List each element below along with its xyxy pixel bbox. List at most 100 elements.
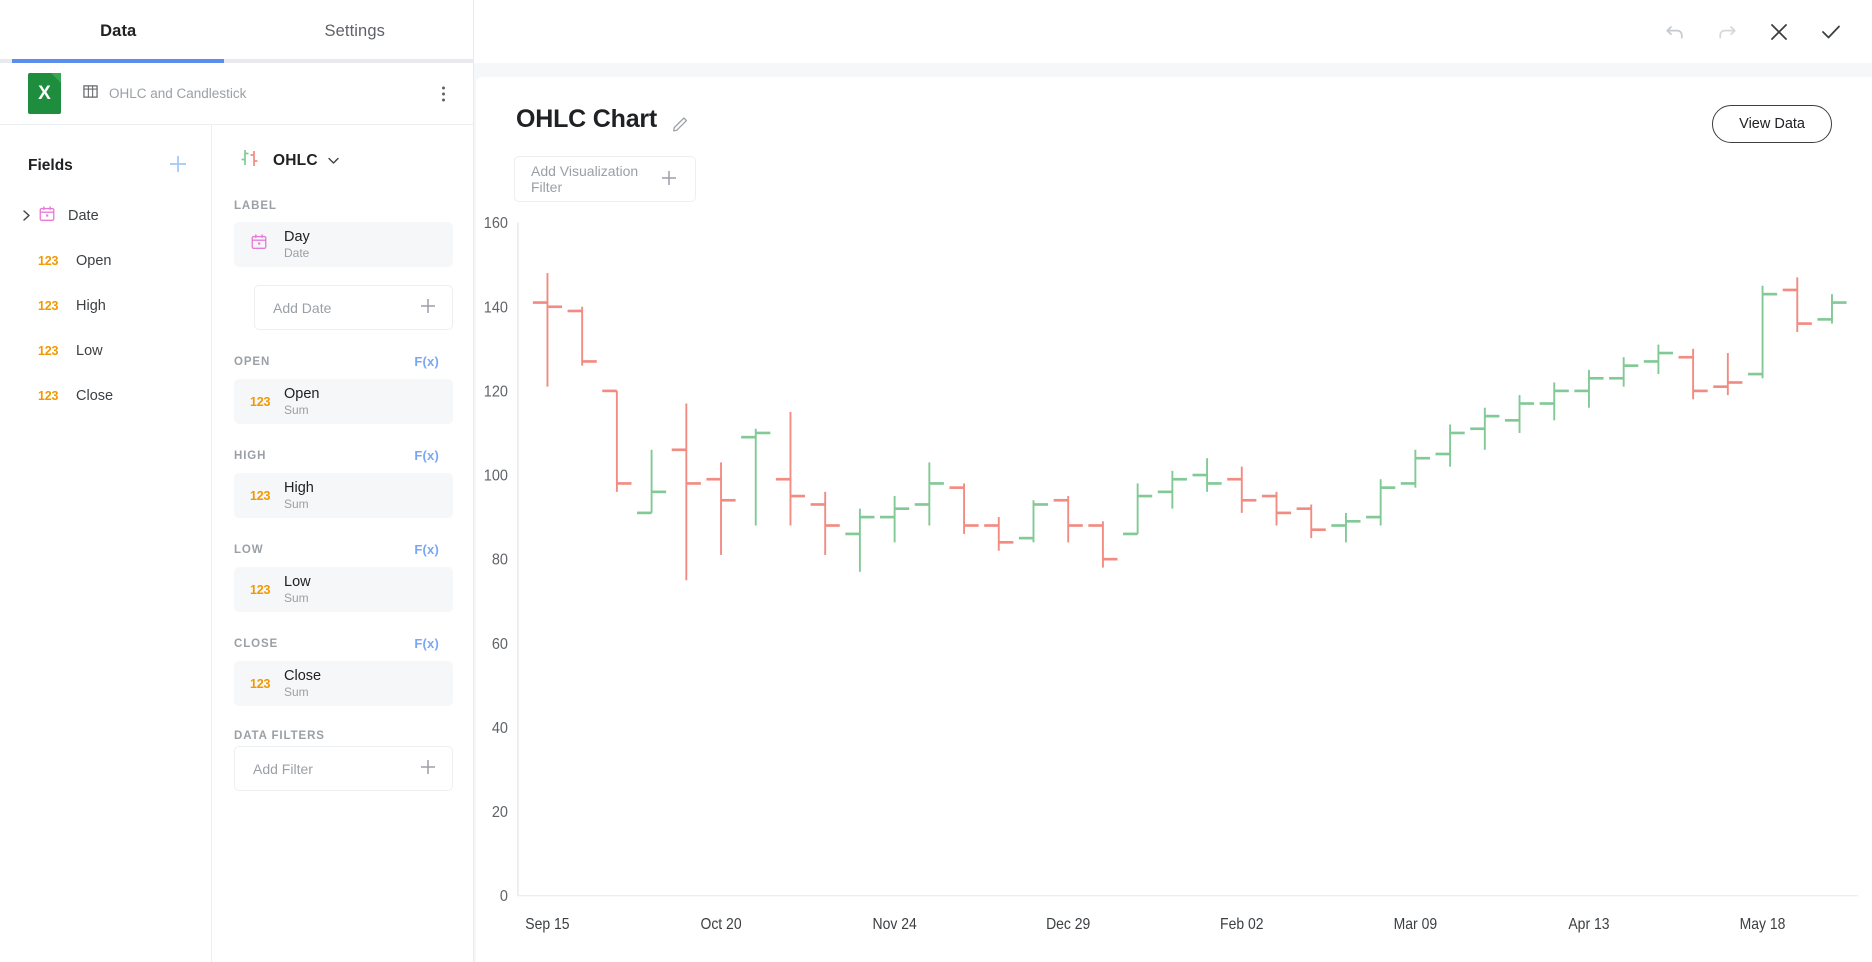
chevron-right-icon[interactable]: [22, 209, 38, 222]
svg-text:100: 100: [484, 467, 508, 485]
shelf-title: LABEL: [234, 200, 277, 212]
svg-text:Feb 02: Feb 02: [1220, 916, 1263, 933]
pencil-icon[interactable]: [671, 113, 691, 138]
plus-icon[interactable]: [659, 168, 679, 191]
ohlc-bar[interactable]: [845, 508, 875, 572]
page-title: OHLC Chart: [516, 105, 658, 133]
ohlc-bar[interactable]: [775, 411, 806, 526]
ohlc-bar[interactable]: [949, 483, 979, 534]
ohlc-bar[interactable]: [1123, 483, 1153, 536]
shelf-pill-day[interactable]: Day Date: [234, 222, 453, 267]
ohlc-bar[interactable]: [1296, 504, 1326, 539]
ohlc-bar[interactable]: [602, 389, 632, 492]
close-icon[interactable]: [1766, 19, 1792, 45]
number-type-badge: 123: [38, 343, 59, 358]
calendar-icon: [38, 205, 60, 227]
ohlc-bar[interactable]: [1157, 470, 1187, 509]
field-label: Low: [76, 342, 103, 359]
ohlc-bar[interactable]: [1713, 353, 1743, 396]
field-item-open[interactable]: 123 Open: [0, 238, 211, 283]
ohlc-bar[interactable]: [880, 496, 910, 543]
fx-button-open[interactable]: F(x): [414, 354, 439, 369]
field-item-date[interactable]: Date: [0, 193, 211, 238]
field-label: High: [76, 297, 106, 314]
shelf-label-low: LOW F(x): [234, 542, 453, 557]
ohlc-bar[interactable]: [1227, 466, 1257, 513]
ohlc-bar[interactable]: [1261, 491, 1292, 526]
ohlc-bar[interactable]: [1817, 294, 1847, 324]
datasource-label: OHLC and Candlestick: [109, 86, 247, 101]
ohlc-bar[interactable]: [1366, 479, 1396, 526]
plus-icon[interactable]: [418, 757, 438, 780]
shelf-title: DATA FILTERS: [234, 730, 325, 742]
ohlc-chart-svg[interactable]: 0 20 40 60 80 100 120 140 160 Sep 15 Oct 20 Nov 24 D…: [476, 216, 1872, 962]
ohlc-bar[interactable]: [914, 462, 944, 526]
ohlc-plot[interactable]: 0 20 40 60 80 100 120 140 160 Sep 15 Oct 20 Nov 24 D…: [476, 216, 1872, 962]
shelf-pill-low[interactable]: 123 Low Sum: [234, 567, 453, 612]
ohlc-bar[interactable]: [1053, 496, 1083, 543]
ohlc-bar[interactable]: [1088, 521, 1118, 568]
datasource-row[interactable]: X OHLC and Candlestick: [0, 63, 473, 125]
pill-title: High: [284, 479, 314, 496]
ohlc-bar[interactable]: [1192, 458, 1222, 492]
add-filter-dropzone[interactable]: Add Filter: [234, 746, 453, 791]
spreadsheet-icon: X: [28, 73, 61, 114]
ohlc-bar[interactable]: [1609, 357, 1639, 387]
fx-button-close[interactable]: F(x): [414, 636, 439, 651]
ohlc-bar[interactable]: [706, 462, 736, 555]
shelf-pill-open[interactable]: 123 Open Sum: [234, 379, 453, 424]
ohlc-bar[interactable]: [1574, 369, 1604, 408]
ohlc-bar[interactable]: [1470, 407, 1500, 450]
table-icon: [83, 84, 98, 104]
ohlc-bar[interactable]: [1747, 285, 1778, 379]
check-icon[interactable]: [1818, 19, 1844, 45]
shelf-pill-close[interactable]: 123 Close Sum: [234, 661, 453, 706]
fx-button-high[interactable]: F(x): [414, 448, 439, 463]
ohlc-bar[interactable]: [532, 273, 563, 387]
canvas-wrapper: OHLC Chart View Data Add Visualization F…: [474, 63, 1872, 962]
ohlc-bar[interactable]: [1504, 395, 1535, 433]
number-type-badge: 123: [250, 488, 271, 503]
field-item-low[interactable]: 123 Low: [0, 328, 211, 373]
ohlc-bar[interactable]: [637, 449, 667, 515]
undo-icon[interactable]: [1662, 19, 1688, 45]
shelf-pill-high[interactable]: 123 High Sum: [234, 473, 453, 518]
ohlc-bar[interactable]: [1643, 344, 1673, 375]
plus-icon[interactable]: [418, 296, 438, 319]
number-type-badge: 123: [38, 253, 59, 268]
ohlc-bar[interactable]: [1018, 500, 1049, 543]
datasource-menu-icon[interactable]: [438, 82, 449, 105]
add-filter-placeholder: Add Filter: [253, 760, 313, 777]
ohlc-bar[interactable]: [671, 403, 701, 581]
fields-column: Fields Date 123 Open 123 High 123 Low 12…: [0, 125, 212, 962]
add-visualization-filter[interactable]: Add Visualization Filter: [514, 156, 696, 202]
ohlc-bar[interactable]: [1435, 424, 1465, 467]
view-data-button[interactable]: View Data: [1712, 105, 1832, 143]
fields-header: Fields: [0, 147, 211, 185]
field-item-high[interactable]: 123 High: [0, 283, 211, 328]
tab-data[interactable]: Data: [0, 0, 237, 63]
fx-button-low[interactable]: F(x): [414, 542, 439, 557]
svg-text:60: 60: [492, 635, 508, 653]
pill-subtitle: Date: [284, 245, 310, 260]
tab-settings[interactable]: Settings: [237, 0, 474, 63]
visualization-type-selector[interactable]: OHLC: [234, 147, 453, 174]
ohlc-bar[interactable]: [741, 428, 771, 526]
add-field-button[interactable]: [167, 153, 189, 180]
field-item-close[interactable]: 123 Close: [0, 373, 211, 418]
redo-icon[interactable]: [1714, 19, 1740, 45]
shelf-title: LOW: [234, 543, 264, 556]
ohlc-bar[interactable]: [1331, 512, 1361, 543]
ohlc-bar[interactable]: [1782, 277, 1812, 333]
ohlc-bar[interactable]: [984, 517, 1014, 551]
add-date-dropzone[interactable]: Add Date: [254, 285, 453, 330]
number-type-badge: 123: [250, 582, 271, 597]
ohlc-bar[interactable]: [567, 306, 597, 366]
svg-text:20: 20: [492, 803, 508, 821]
ohlc-bar[interactable]: [1539, 382, 1569, 421]
ohlc-bar[interactable]: [1400, 449, 1430, 488]
ohlc-bar[interactable]: [810, 491, 840, 555]
chevron-down-icon[interactable]: [327, 156, 340, 165]
ohlc-bar[interactable]: [1678, 348, 1708, 400]
shelf-label-data-filters: DATA FILTERS: [234, 730, 453, 742]
